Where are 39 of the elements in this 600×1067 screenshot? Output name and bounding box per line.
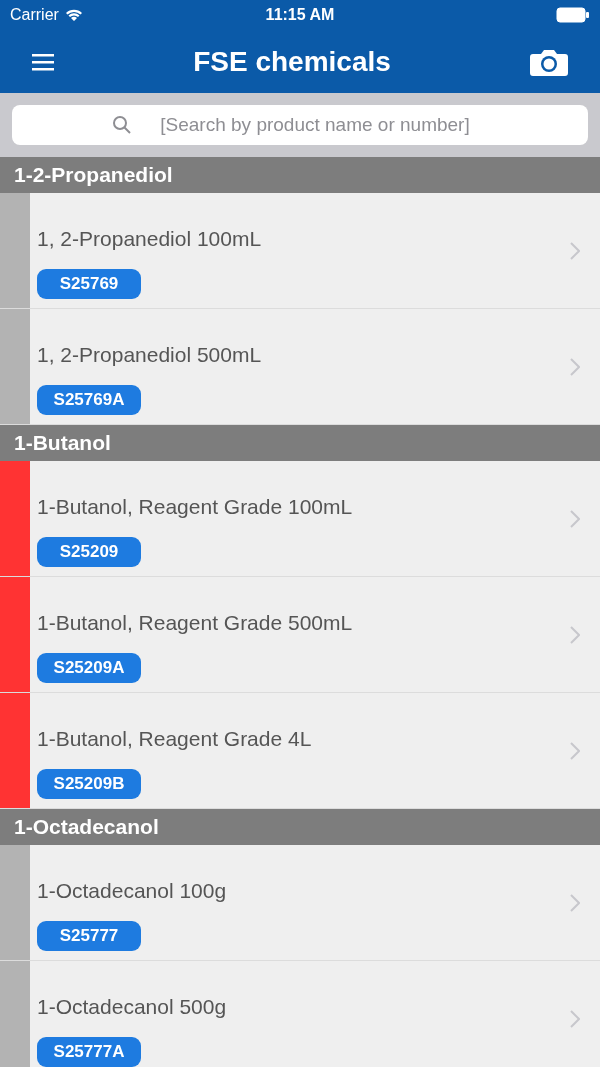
product-name: 1-Butanol, Reagent Grade 500mL xyxy=(37,610,354,636)
product-code: S25777A xyxy=(37,1036,141,1067)
product-code: S25777 xyxy=(37,920,141,951)
section-header: 1-Butanol xyxy=(0,425,600,461)
chevron-icon xyxy=(570,625,580,644)
carrier-label: Carrier xyxy=(10,5,59,25)
menu-icon[interactable] xyxy=(32,52,54,71)
product-name: 1-Butanol, Reagent Grade 4L xyxy=(37,726,313,752)
product-code: S25209B xyxy=(37,768,141,799)
product-name: 1-Butanol, Reagent Grade 100mL xyxy=(37,494,354,520)
chevron-icon xyxy=(570,241,580,260)
chevron-icon xyxy=(570,509,580,528)
product-code: S25769A xyxy=(37,384,141,415)
product-code: S25769 xyxy=(37,268,141,299)
product-name: 1, 2-Propanediol 500mL xyxy=(37,342,263,368)
search-field[interactable]: [Search by product name or number] xyxy=(12,105,588,145)
product-code: S25209 xyxy=(37,536,141,567)
product-row[interactable]: 1, 2-Propanediol 100mL S25769 xyxy=(0,193,600,309)
product-code: S25209A xyxy=(37,652,141,683)
battery-icon xyxy=(556,7,590,23)
camera-icon[interactable] xyxy=(530,47,568,76)
product-row[interactable]: 1-Butanol, Reagent Grade 100mL S25209 xyxy=(0,461,600,577)
chevron-icon xyxy=(570,1009,580,1028)
product-name: 1-Octadecanol 500g xyxy=(37,994,228,1020)
product-row[interactable]: 1-Butanol, Reagent Grade 4L S25209B xyxy=(0,693,600,809)
product-row[interactable]: 1-Butanol, Reagent Grade 500mL S25209A xyxy=(0,577,600,693)
product-name: 1, 2-Propanediol 100mL xyxy=(37,226,263,252)
product-name: 1-Octadecanol 100g xyxy=(37,878,228,904)
status-time: 11:15 AM xyxy=(265,5,335,25)
product-row[interactable]: 1-Octadecanol 100g S25777 xyxy=(0,845,600,961)
search-icon xyxy=(112,115,132,135)
section-header: 1-2-Propanediol xyxy=(0,157,600,193)
wifi-icon xyxy=(64,8,83,22)
section-header: 1-Octadecanol xyxy=(0,809,600,845)
chevron-icon xyxy=(570,741,580,760)
product-row[interactable]: 1, 2-Propanediol 500mL S25769A xyxy=(0,309,600,425)
chevron-icon xyxy=(570,893,580,912)
app-title: FSE chemicals xyxy=(193,44,391,79)
chevron-icon xyxy=(570,357,580,376)
